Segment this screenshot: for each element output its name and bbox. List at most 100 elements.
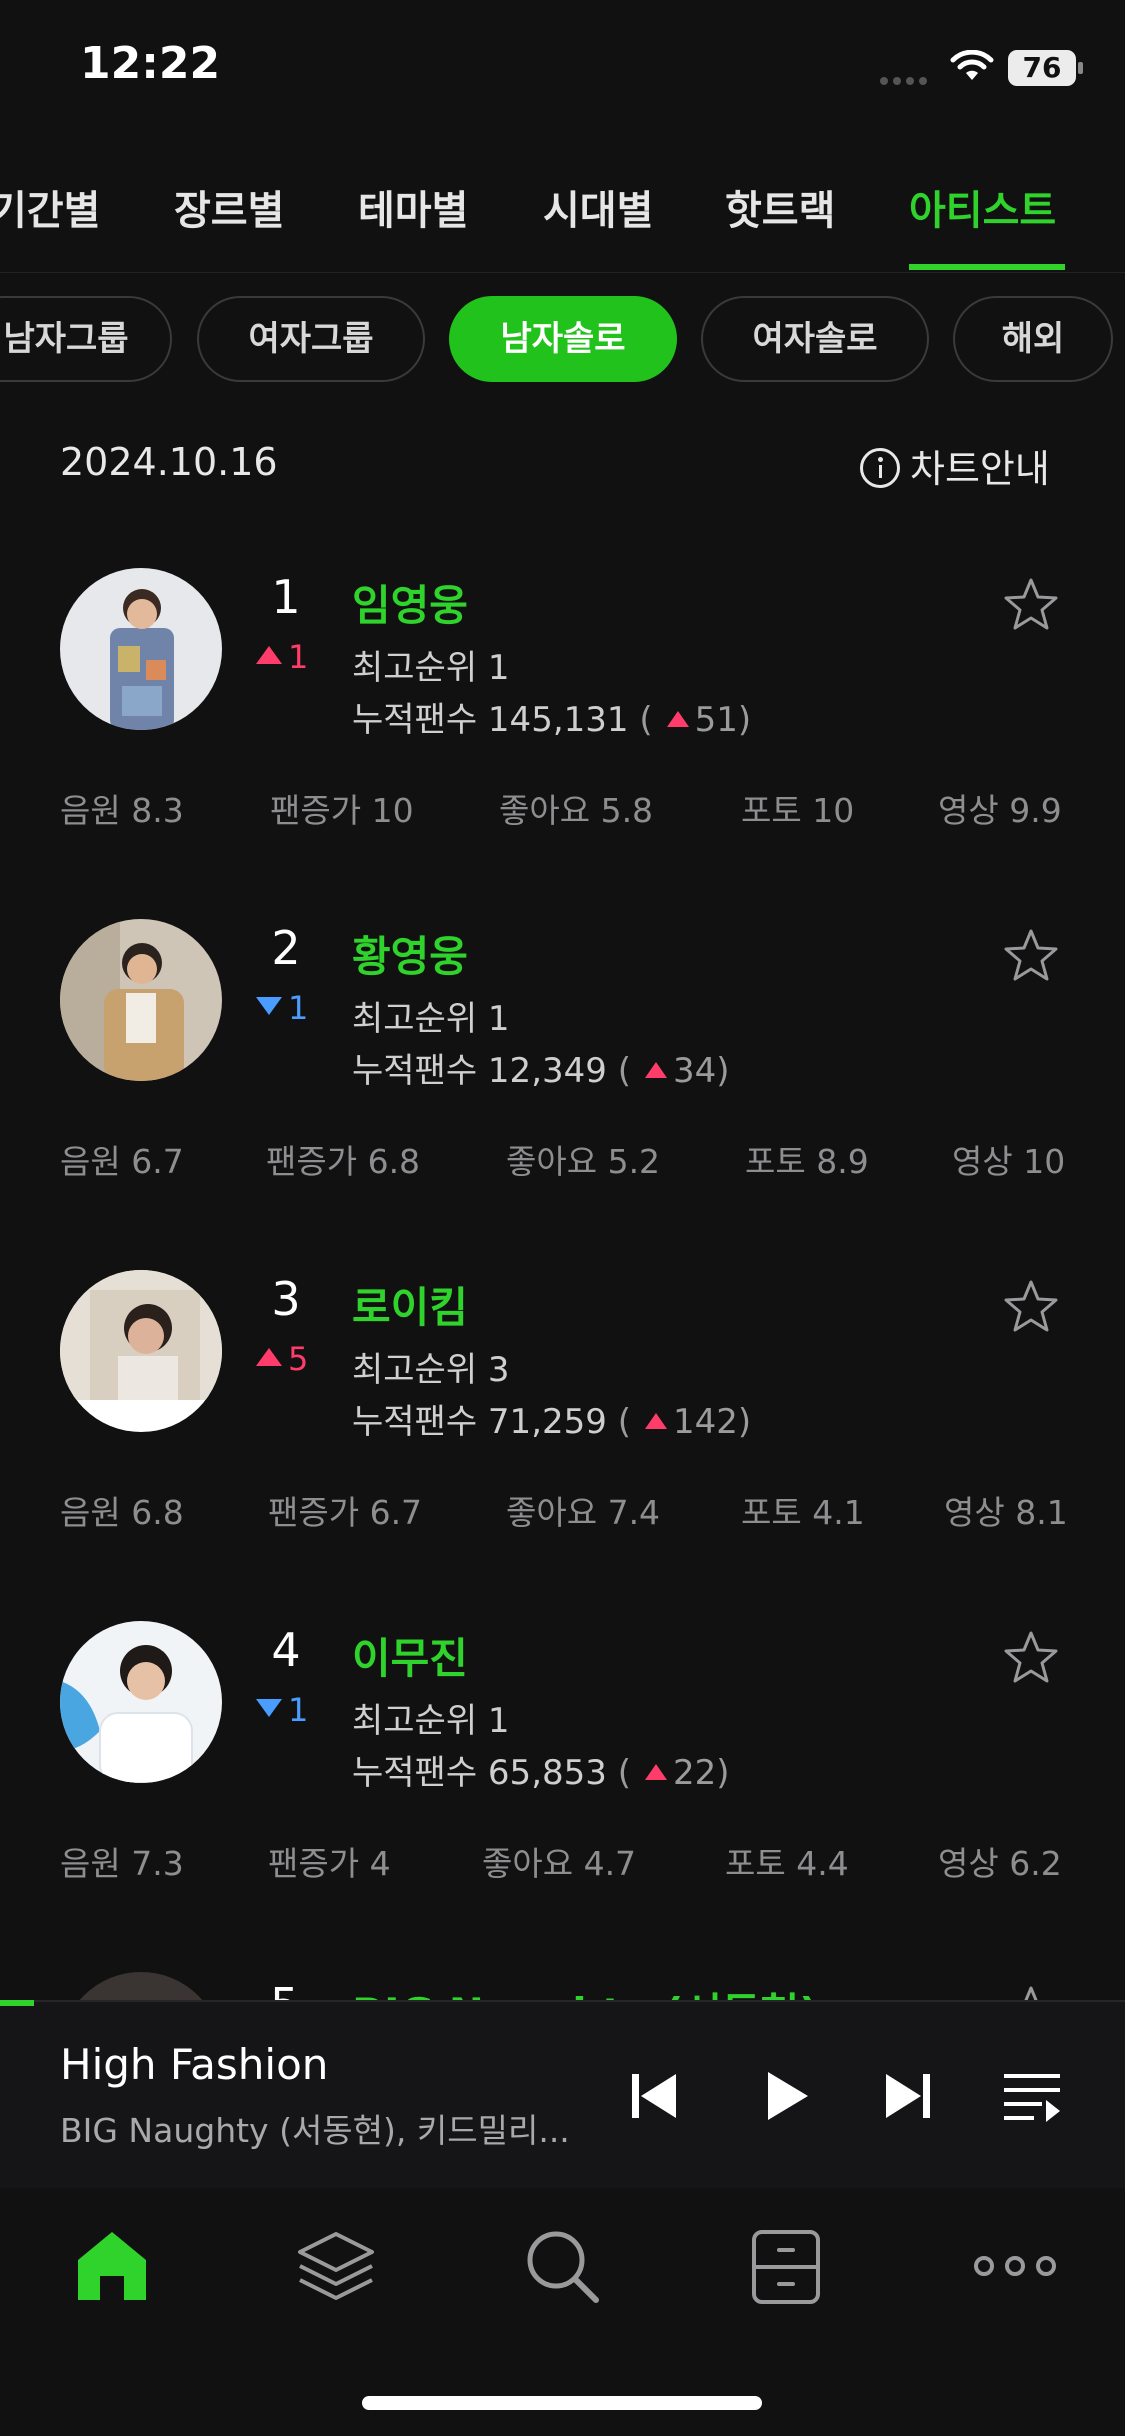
next-track-icon[interactable] [878,2066,938,2126]
playlist-icon[interactable] [1002,2066,1062,2126]
best-rank: 최고순위 1 [352,999,510,1039]
battery-level: 76 [1008,50,1076,86]
stat-fan-growth: 팬증가 4 [268,1844,391,1883]
artist-name[interactable]: BIG Naughty (서동현) [352,1980,818,2000]
rank-up-icon [256,1348,282,1366]
rank-change: 1 [256,1691,308,1729]
stat-fan-growth: 팬증가 6.8 [266,1142,421,1181]
song-artist[interactable]: BIG Naughty (서동현), 키드밀리... [60,2104,600,2152]
rank-number: 4 [271,1623,301,1677]
tab-hottrack[interactable]: 핫트랙 [725,178,835,236]
stat-photo: 포토 8.9 [745,1142,869,1181]
artist-name[interactable]: 이무진 [352,1625,468,1686]
artist-avatar[interactable] [60,1621,222,1783]
artist-avatar[interactable] [60,919,222,1081]
locker-icon[interactable] [746,2226,826,2306]
playback-progress [0,2000,34,2006]
artist-row[interactable]: 2 1 황영웅 최고순위 1 누적팬수 12,349 (34) 음원 6.7 팬… [0,919,1125,1270]
tab-era[interactable]: 시대별 [543,178,653,236]
rank-number: 1 [271,570,301,624]
stat-video: 영상 9.9 [938,791,1062,830]
cumulative-fans: 누적팬수 71,259 (142) [352,1402,752,1442]
chart-info-button[interactable]: 차트안내 [860,438,1050,493]
stat-video: 영상 10 [952,1142,1066,1181]
best-rank: 최고순위 3 [352,1350,510,1390]
tab-theme[interactable]: 테마별 [358,178,468,236]
stat-music: 음원 6.7 [60,1142,184,1181]
play-icon[interactable] [756,2066,816,2126]
artist-name[interactable]: 황영웅 [352,923,468,984]
favorite-star-icon[interactable] [1000,925,1062,987]
stat-likes: 좋아요 4.7 [482,1844,637,1883]
more-icon[interactable] [970,2226,1060,2306]
chart-category-tabs: 기간별 장르별 테마별 시대별 핫트랙 아티스트 [0,160,1125,273]
stat-music: 음원 8.3 [60,791,184,830]
chip-overseas[interactable]: 해외 [953,296,1113,382]
best-rank: 최고순위 1 [352,648,510,688]
artist-avatar[interactable] [60,1972,222,2000]
stat-music: 음원 7.3 [60,1844,184,1883]
tab-period[interactable]: 기간별 [0,178,100,236]
info-icon [860,448,900,488]
home-indicator [362,2396,762,2410]
chip-female-solo[interactable]: 여자솔로 [701,296,929,382]
stat-photo: 포토 4.1 [741,1493,865,1532]
cumulative-fans: 누적팬수 65,853 (22) [352,1753,730,1793]
favorite-star-icon[interactable] [1000,1982,1062,2000]
active-tab-underline [909,264,1065,270]
rank-change: 1 [256,989,308,1027]
stat-video: 영상 8.1 [944,1493,1068,1532]
chart-info-label: 차트안내 [910,447,1050,491]
artist-row[interactable]: 4 1 이무진 최고순위 1 누적팬수 65,853 (22) 음원 7.3 팬… [0,1621,1125,1972]
artist-name[interactable]: 로이킴 [352,1274,468,1335]
cumulative-fans: 누적팬수 12,349 (34) [352,1051,730,1091]
favorite-star-icon[interactable] [1000,1276,1062,1338]
search-icon[interactable] [522,2226,602,2306]
chip-male-solo[interactable]: 남자솔로 [449,296,677,382]
stat-likes: 좋아요 7.4 [506,1493,661,1532]
cumulative-fans: 누적팬수 145,131 (51) [352,700,752,740]
artist-row[interactable]: 3 5 로이킴 최고순위 3 누적팬수 71,259 (142) 음원 6.8 … [0,1270,1125,1621]
chip-female-group[interactable]: 여자그룹 [197,296,425,382]
best-rank: 최고순위 1 [352,1701,510,1741]
mini-player[interactable]: High Fashion BIG Naughty (서동현), 키드밀리... [0,2000,1125,2190]
artist-avatar[interactable] [60,1270,222,1432]
fans-up-icon [644,1062,667,1078]
battery-cap [1078,62,1083,74]
stat-fan-growth: 팬증가 10 [270,791,414,830]
signal-dots-icon [880,70,932,85]
favorite-star-icon[interactable] [1000,1627,1062,1689]
status-bar: 12:22 76 [0,0,1125,140]
stat-fan-growth: 팬증가 6.7 [268,1493,423,1532]
artist-avatar[interactable] [60,568,222,730]
status-time: 12:22 [80,38,221,89]
fans-up-icon [644,1764,667,1780]
tab-genre[interactable]: 장르별 [174,178,284,236]
song-title[interactable]: High Fashion [60,2040,328,2089]
rank-down-icon [256,1699,282,1717]
favorite-star-icon[interactable] [1000,574,1062,636]
tab-artist[interactable]: 아티스트 [909,178,1056,236]
stat-likes: 좋아요 5.8 [499,791,654,830]
artist-row-partial[interactable]: 5 BIG Naughty (서동현) [0,1960,1125,2000]
artist-row[interactable]: 1 1 임영웅 최고순위 1 누적팬수 145,131 (51) 음원 8.3 … [0,568,1125,919]
rank-number: 5 [270,1978,299,2000]
rank-change: 1 [256,638,308,676]
previous-track-icon[interactable] [624,2066,684,2126]
chip-male-group[interactable]: 남자그룹 [0,296,172,382]
rank-number: 3 [271,1272,301,1326]
rank-up-icon [256,646,282,664]
stat-photo: 포토 4.4 [725,1844,849,1883]
stat-likes: 좋아요 5.2 [506,1142,661,1181]
fans-up-icon [644,1413,667,1429]
rank-change: 5 [256,1340,308,1378]
stat-photo: 포토 10 [741,791,855,830]
fans-up-icon [666,711,689,727]
wifi-icon [950,50,994,80]
rank-number: 2 [271,921,301,975]
artist-name[interactable]: 임영웅 [352,572,468,633]
stat-music: 음원 6.8 [60,1493,184,1532]
layers-icon[interactable] [296,2226,376,2306]
home-icon[interactable] [72,2226,152,2306]
rank-down-icon [256,997,282,1015]
